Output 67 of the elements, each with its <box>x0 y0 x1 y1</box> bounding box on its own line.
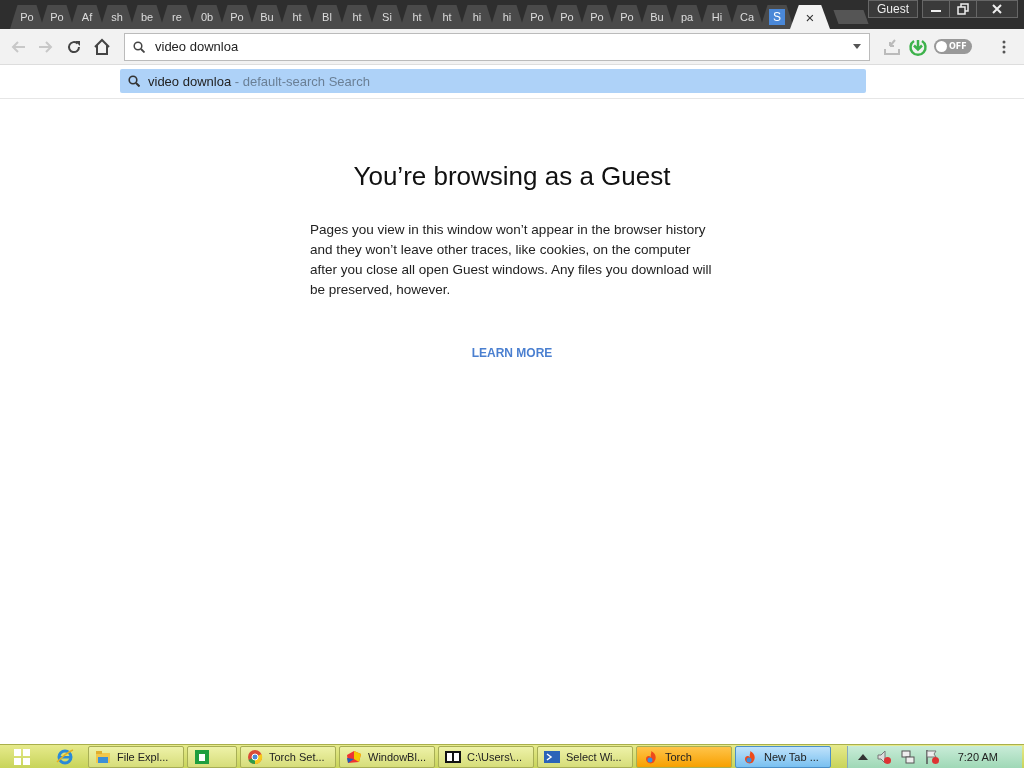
learn-more-link[interactable]: LEARN MORE <box>471 346 553 360</box>
search-icon <box>128 75 140 87</box>
browser-tab[interactable]: S <box>760 5 794 29</box>
browser-tab[interactable]: 0b <box>190 5 224 29</box>
taskbar-button[interactable] <box>187 745 237 768</box>
network-icon[interactable] <box>899 748 916 765</box>
search-suggestion[interactable]: video downloa - default-search Search <box>120 69 866 93</box>
page-heading: You’re browsing as a Guest <box>353 161 671 192</box>
browser-tab[interactable]: hi <box>490 5 524 29</box>
taskbar-button[interactable]: WindowBl... <box>339 745 435 768</box>
browser-tab[interactable]: ht <box>280 5 314 29</box>
taskbar-button[interactable]: New Tab ... <box>735 745 831 768</box>
taskbar-button[interactable]: File Expl... <box>88 745 184 768</box>
address-bar[interactable]: video downloa <box>124 32 870 61</box>
flame-icon <box>742 748 758 765</box>
new-tab-button[interactable] <box>833 10 869 24</box>
reload-icon[interactable] <box>66 38 82 55</box>
flame-icon <box>643 748 659 765</box>
guest-description: Pages you view in this window won’t appear in the browser history and they won’t leave other traces, like cookies, on the computer after you close all open Guest windows. Any files you download will be preserved, however. <box>310 221 713 299</box>
restore-icon[interactable] <box>957 3 969 15</box>
browser-tab[interactable]: ht <box>430 5 464 29</box>
store-icon <box>194 748 210 765</box>
browser-tab[interactable]: ht <box>340 5 374 29</box>
browser-tab[interactable]: × <box>790 5 830 29</box>
colored-flag-icon <box>346 748 362 765</box>
round-browser-icon <box>247 748 263 765</box>
browser-tab[interactable]: hi <box>460 5 494 29</box>
browser-tab[interactable]: Po <box>610 5 644 29</box>
browser-tab[interactable]: be <box>130 5 164 29</box>
search-icon <box>133 40 145 53</box>
taskbar-button[interactable]: C:\Users\... <box>438 745 534 768</box>
browser-tab[interactable]: Hi <box>700 5 734 29</box>
terminal-icon <box>544 748 560 765</box>
windows-start-icon[interactable] <box>14 748 30 765</box>
clock-time[interactable]: 7:20 AM <box>957 750 998 763</box>
browser-tab[interactable]: Si <box>370 5 404 29</box>
folder-icon <box>95 748 111 765</box>
menu-icon[interactable] <box>1002 39 1006 54</box>
site-favicon: S <box>769 9 785 25</box>
browser-tab[interactable]: Po <box>580 5 614 29</box>
browser-tab[interactable]: Bu <box>640 5 674 29</box>
browser-tab[interactable]: Po <box>10 5 44 29</box>
browser-tab[interactable]: Af <box>70 5 104 29</box>
browser-tab[interactable]: Po <box>220 5 254 29</box>
taskbar-button[interactable]: Select Wi... <box>537 745 633 768</box>
browser-tab[interactable]: Po <box>550 5 584 29</box>
browser-tab[interactable]: Po <box>40 5 74 29</box>
browser-tab[interactable]: Bl <box>310 5 344 29</box>
browser-tab[interactable]: sh <box>100 5 134 29</box>
browser-tab[interactable]: Ca <box>730 5 764 29</box>
browser-tab[interactable]: Po <box>520 5 554 29</box>
close-icon[interactable] <box>991 3 1003 15</box>
flag-icon[interactable] <box>923 748 940 765</box>
close-tab-button[interactable]: × <box>805 8 815 26</box>
tray-expand-icon[interactable] <box>857 753 868 760</box>
profile-button[interactable]: Guest <box>868 0 918 18</box>
home-icon[interactable] <box>93 38 111 55</box>
taskbar-button[interactable]: Torch <box>636 745 732 768</box>
browser-tab[interactable]: Bu <box>250 5 284 29</box>
archive-icon <box>445 748 461 765</box>
browser-e-icon[interactable] <box>56 747 74 766</box>
browser-tab[interactable]: pa <box>670 5 704 29</box>
dropdown-caret-icon[interactable] <box>853 44 861 49</box>
browser-tab[interactable]: ht <box>400 5 434 29</box>
muted-speaker-icon[interactable] <box>875 748 892 765</box>
taskbar-button[interactable]: Torch Set... <box>240 745 336 768</box>
browser-tab[interactable]: re <box>160 5 194 29</box>
